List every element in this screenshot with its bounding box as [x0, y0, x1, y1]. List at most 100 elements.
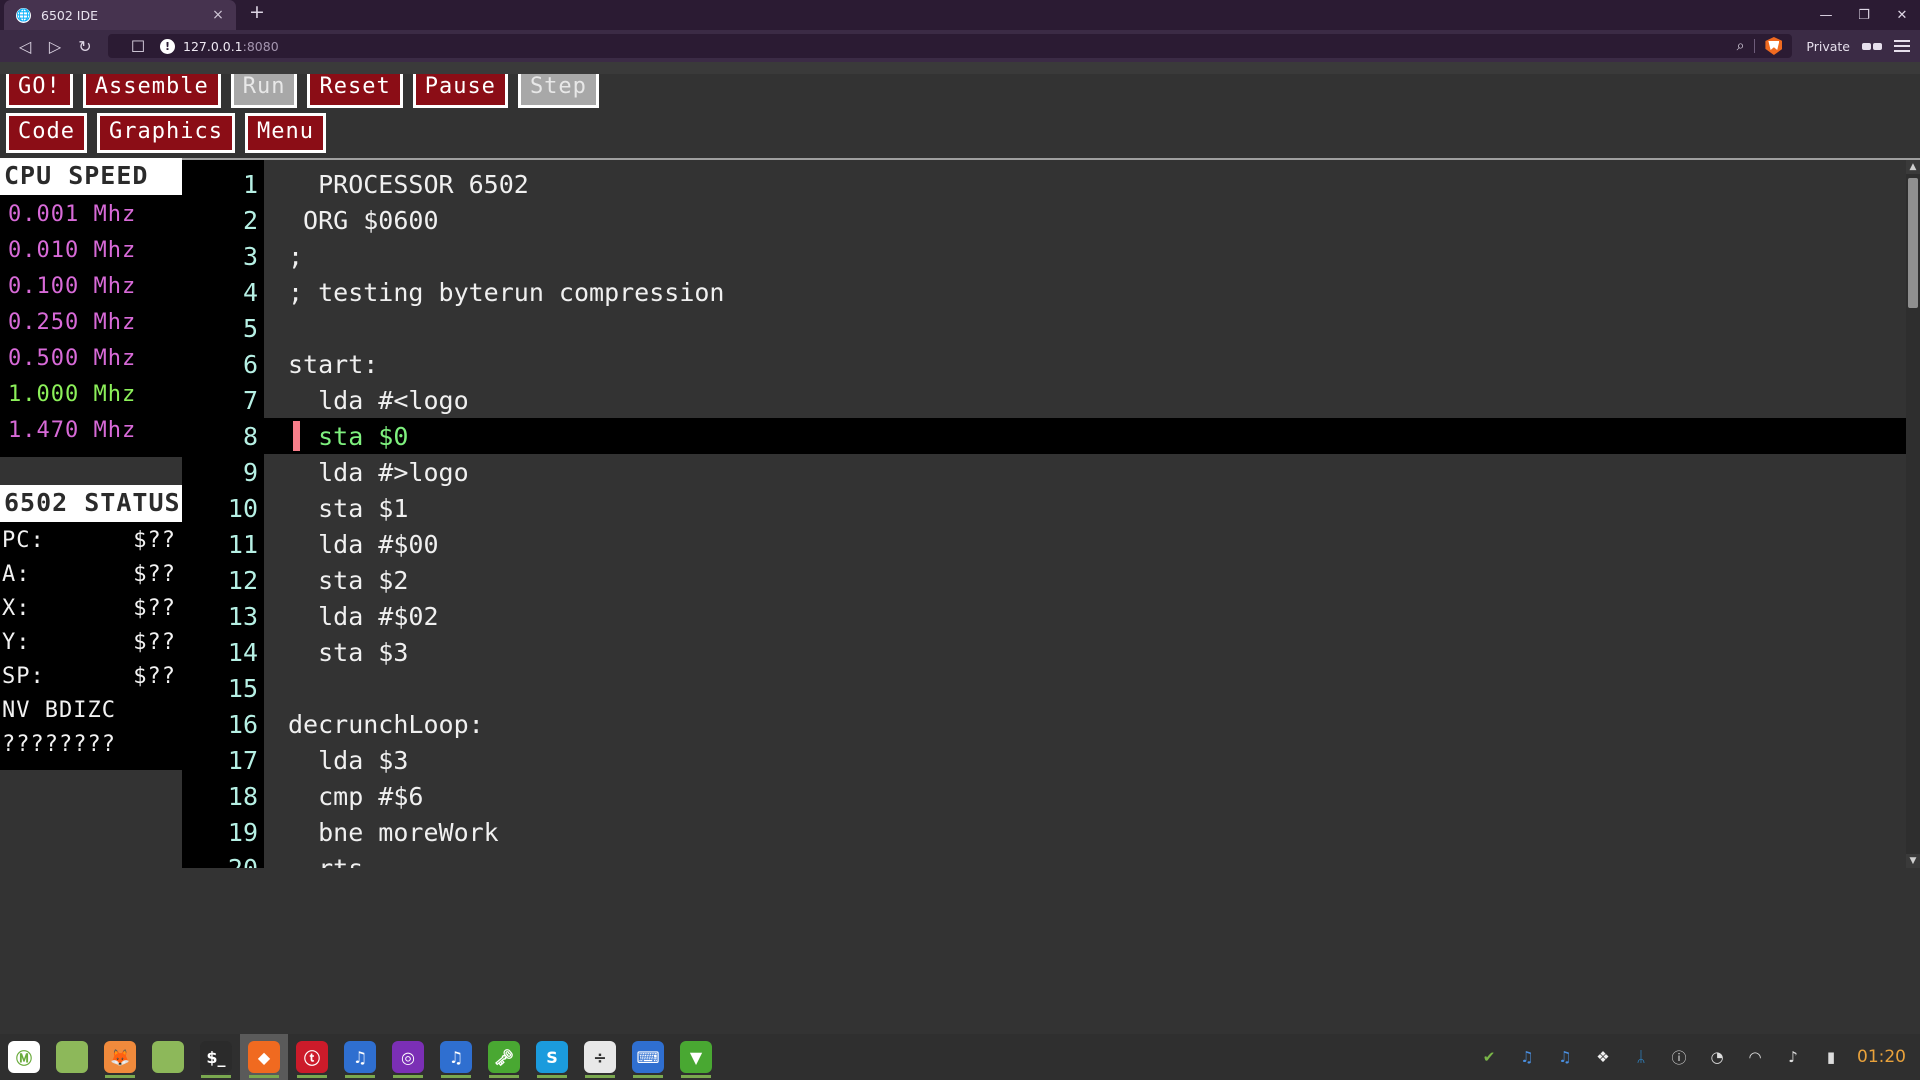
gutter-line[interactable]: 4: [182, 274, 264, 310]
code-line[interactable]: start:: [264, 346, 1906, 382]
close-icon[interactable]: ×: [210, 8, 226, 22]
code-editor[interactable]: 1234567891011121314151617181920 PROCESSO…: [182, 158, 1920, 868]
terminal-taskbar-item[interactable]: $_: [192, 1034, 240, 1080]
code-line[interactable]: sta $2: [264, 562, 1906, 598]
code-line[interactable]: ; testing byterun compression: [264, 274, 1906, 310]
mp3-tag-taskbar-item[interactable]: ♫: [336, 1034, 384, 1080]
bookmark-icon[interactable]: ☐: [116, 37, 160, 56]
bluetooth-icon[interactable]: ᛦ: [1629, 1045, 1653, 1069]
close-window-icon[interactable]: ✕: [1894, 9, 1910, 22]
code-line[interactable]: [264, 310, 1906, 346]
cpu-speed-option[interactable]: 0.010 Mhz: [0, 233, 182, 269]
code-line[interactable]: ;: [264, 238, 1906, 274]
line-number-gutter[interactable]: 1234567891011121314151617181920: [182, 160, 264, 868]
reload-icon[interactable]: ↻: [70, 32, 100, 60]
code-line[interactable]: PROCESSOR 6502: [264, 166, 1906, 202]
zoom-icon[interactable]: ⌕: [1737, 38, 1745, 54]
firewall-icon[interactable]: ⓘ: [1667, 1045, 1691, 1069]
gutter-line[interactable]: 1: [182, 166, 264, 202]
tor-browser-taskbar-item[interactable]: ⓣ: [288, 1034, 336, 1080]
hamburger-icon[interactable]: [1894, 40, 1910, 52]
menu-mint-taskbar-item[interactable]: Ⓜ: [0, 1034, 48, 1080]
dropbox-icon[interactable]: ❖: [1591, 1045, 1615, 1069]
code-line[interactable]: bne moreWork: [264, 814, 1906, 850]
new-tab-button[interactable]: +: [242, 0, 272, 27]
graphics-button[interactable]: Graphics: [97, 113, 235, 153]
code-line[interactable]: lda $3: [264, 742, 1906, 778]
files-taskbar-item[interactable]: [144, 1034, 192, 1080]
editor-vertical-scrollbar[interactable]: ▲ ▼: [1906, 160, 1920, 868]
code-line[interactable]: lda #$00: [264, 526, 1906, 562]
gutter-line[interactable]: 19: [182, 814, 264, 850]
keepass-taskbar-item[interactable]: 🗝: [480, 1034, 528, 1080]
calculator-taskbar-item[interactable]: ÷: [576, 1034, 624, 1080]
assemble-button[interactable]: Assemble: [83, 68, 221, 108]
scroll-thumb[interactable]: [1908, 178, 1918, 308]
code-line[interactable]: sta $1: [264, 490, 1906, 526]
code-line-current[interactable]: sta $0: [264, 418, 1906, 454]
gutter-line[interactable]: 10: [182, 490, 264, 526]
code-line[interactable]: lda #$02: [264, 598, 1906, 634]
gutter-line[interactable]: 15: [182, 670, 264, 706]
shield-app-taskbar-item[interactable]: ▼: [672, 1034, 720, 1080]
maximize-icon[interactable]: ❐: [1856, 9, 1872, 22]
reset-button[interactable]: Reset: [307, 68, 402, 108]
code-text-area[interactable]: PROCESSOR 6502 ORG $0600;; testing byter…: [264, 160, 1906, 868]
brave-browser-taskbar-item[interactable]: ◆: [240, 1034, 288, 1080]
gutter-line[interactable]: 2: [182, 202, 264, 238]
cpu-speed-option[interactable]: 0.100 Mhz: [0, 269, 182, 305]
code-line[interactable]: sta $3: [264, 634, 1906, 670]
address-bar[interactable]: ☐ ! 127.0.0.1:8080 ⌕: [108, 34, 1792, 58]
cpu-speed-option[interactable]: 0.001 Mhz: [0, 197, 182, 233]
gutter-line[interactable]: 9: [182, 454, 264, 490]
scroll-up-arrow[interactable]: ▲: [1906, 160, 1920, 174]
minimize-icon[interactable]: —: [1818, 9, 1834, 22]
gutter-line[interactable]: 6: [182, 346, 264, 382]
code-line[interactable]: cmp #$6: [264, 778, 1906, 814]
code-button[interactable]: Code: [6, 113, 87, 153]
mp3-tray-2-icon[interactable]: ♫: [1553, 1045, 1577, 1069]
gutter-line[interactable]: 8: [182, 418, 264, 454]
skype-taskbar-item[interactable]: S: [528, 1034, 576, 1080]
gutter-line[interactable]: 14: [182, 634, 264, 670]
code-line[interactable]: lda #<logo: [264, 382, 1906, 418]
mp3-tray-icon[interactable]: ♫: [1515, 1045, 1539, 1069]
gutter-line[interactable]: 5: [182, 310, 264, 346]
disk-usage-icon[interactable]: ◔: [1705, 1045, 1729, 1069]
code-line[interactable]: decrunchLoop:: [264, 706, 1906, 742]
pause-button[interactable]: Pause: [413, 68, 508, 108]
step-button[interactable]: Step: [518, 68, 599, 108]
wifi-icon[interactable]: ◠: [1743, 1045, 1767, 1069]
back-icon[interactable]: ◁: [10, 32, 40, 60]
code-line[interactable]: lda #>logo: [264, 454, 1906, 490]
gutter-line[interactable]: 11: [182, 526, 264, 562]
gutter-line[interactable]: 18: [182, 778, 264, 814]
cpu-speed-option[interactable]: 1.000 Mhz: [0, 377, 182, 413]
browser-tab[interactable]: 🌐 6502 IDE ×: [4, 0, 236, 30]
mp3-tag-2-taskbar-item[interactable]: ♫: [432, 1034, 480, 1080]
go-button[interactable]: GO!: [6, 68, 73, 108]
cpu-speed-option[interactable]: 0.250 Mhz: [0, 305, 182, 341]
gutter-line[interactable]: 13: [182, 598, 264, 634]
forward-icon[interactable]: ▷: [40, 32, 70, 60]
menu-button[interactable]: Menu: [245, 113, 326, 153]
deluge-taskbar-item[interactable]: ◎: [384, 1034, 432, 1080]
gutter-line[interactable]: 17: [182, 742, 264, 778]
info-warning-icon[interactable]: !: [160, 39, 175, 54]
firefox-taskbar-item[interactable]: 🦊: [96, 1034, 144, 1080]
update-ok-icon[interactable]: ✔: [1477, 1045, 1501, 1069]
gutter-line[interactable]: 20: [182, 850, 264, 868]
gutter-line[interactable]: 7: [182, 382, 264, 418]
gutter-line[interactable]: 12: [182, 562, 264, 598]
brave-lion-icon[interactable]: [1765, 37, 1782, 55]
vscode-taskbar-item[interactable]: ⌨: [624, 1034, 672, 1080]
code-line[interactable]: ORG $0600: [264, 202, 1906, 238]
show-desktop-taskbar-item[interactable]: [48, 1034, 96, 1080]
run-button[interactable]: Run: [231, 68, 298, 108]
gutter-line[interactable]: 16: [182, 706, 264, 742]
clock[interactable]: 01:20: [1857, 1047, 1906, 1067]
code-line[interactable]: rts: [264, 850, 1906, 868]
code-line[interactable]: [264, 670, 1906, 706]
battery-icon[interactable]: ▮: [1819, 1045, 1843, 1069]
scroll-down-arrow[interactable]: ▼: [1906, 854, 1920, 868]
